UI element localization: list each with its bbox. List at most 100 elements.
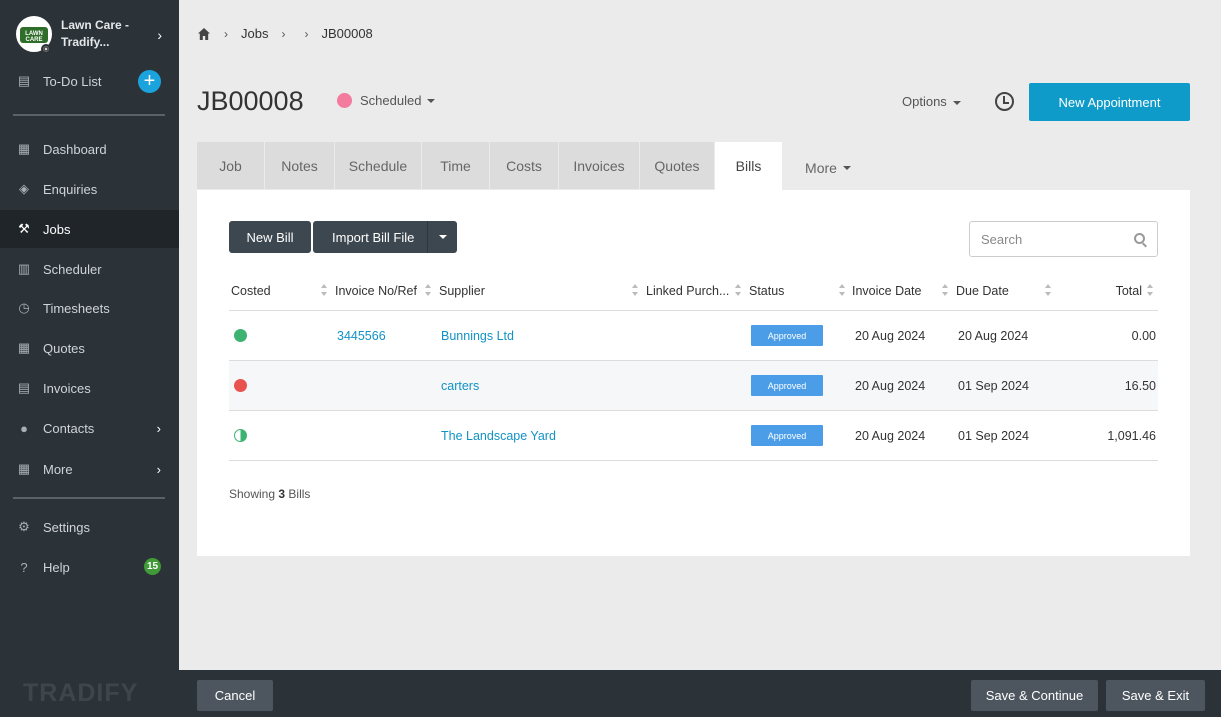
sort-icon[interactable] <box>942 284 948 296</box>
import-options-toggle[interactable] <box>427 221 457 253</box>
tradify-logo: TRADIFY <box>23 679 139 707</box>
caret-down-icon <box>952 100 961 105</box>
tags-icon: ◈ <box>19 181 29 196</box>
sidebar-item-dashboard[interactable]: ▦ Dashboard <box>0 130 179 168</box>
sidebar-item-timesheets[interactable]: ◷ Timesheets <box>0 289 179 327</box>
column-header-invoice-date[interactable]: Invoice Date <box>852 271 921 311</box>
status-dot-icon <box>337 93 352 108</box>
tab-more[interactable]: More <box>783 142 873 189</box>
home-icon[interactable] <box>197 27 211 41</box>
chevron-right-icon: › <box>156 420 161 436</box>
tab-costs[interactable]: Costs <box>490 142 558 189</box>
column-header-status[interactable]: Status <box>749 271 784 311</box>
chevron-right-icon: › <box>304 26 309 41</box>
column-header-costed[interactable]: Costed <box>231 271 271 311</box>
add-todo-button[interactable]: + <box>138 70 161 93</box>
job-tabs: Job Notes Schedule Time Costs Invoices Q… <box>197 142 874 190</box>
tab-bills[interactable]: Bills <box>715 142 782 190</box>
sort-icon[interactable] <box>1147 284 1153 296</box>
job-status-dropdown[interactable]: Scheduled <box>337 93 436 108</box>
company-name: Lawn Care - Tradify... <box>61 18 130 49</box>
supplier-link[interactable]: Bunnings Ltd <box>441 311 514 360</box>
calculator-icon: ▦ <box>17 340 31 355</box>
costed-full-icon <box>234 329 247 342</box>
search-icon[interactable] <box>1134 233 1145 244</box>
divider <box>13 114 165 116</box>
search-box <box>969 221 1158 257</box>
status-indicator <box>41 44 51 54</box>
caret-down-icon <box>842 165 851 170</box>
invoice-date: 20 Aug 2024 <box>855 378 926 393</box>
save-exit-button[interactable]: Save & Exit <box>1106 680 1205 711</box>
total: 1,091.46 <box>1107 428 1156 443</box>
bills-table: Costed Invoice No/Ref Supplier Linked Pu… <box>229 271 1158 461</box>
table-header: Costed Invoice No/Ref Supplier Linked Pu… <box>229 271 1158 311</box>
due-date: 01 Sep 2024 <box>958 428 1029 443</box>
tab-job[interactable]: Job <box>197 142 264 189</box>
chevron-right-icon: › <box>224 26 228 41</box>
sidebar-item-more[interactable]: ▦ More › <box>0 450 179 488</box>
column-header-due-date[interactable]: Due Date <box>956 271 1009 311</box>
status-badge: Approved <box>751 425 823 446</box>
cancel-button[interactable]: Cancel <box>197 680 273 711</box>
import-bill-button[interactable]: Import Bill File <box>313 221 457 253</box>
column-header-linked-purchase[interactable]: Linked Purch... <box>646 271 729 311</box>
sidebar-item-invoices[interactable]: ▤ Invoices <box>0 369 179 407</box>
column-header-supplier[interactable]: Supplier <box>439 271 485 311</box>
sidebar-item-settings[interactable]: ⚙ Settings <box>0 508 179 546</box>
hammer-icon: ⚒ <box>18 221 30 236</box>
caret-down-icon <box>438 235 447 239</box>
users-icon: ● <box>20 420 28 436</box>
sort-icon[interactable] <box>1045 284 1051 296</box>
table-row[interactable]: 3445566 Bunnings Ltd Approved 20 Aug 202… <box>229 311 1158 361</box>
tab-schedule[interactable]: Schedule <box>335 142 421 189</box>
breadcrumb: › Jobs › › JB00008 <box>197 26 373 41</box>
invoice-ref-link[interactable]: 3445566 <box>337 311 386 360</box>
sidebar-item-scheduler[interactable]: ▥ Scheduler <box>0 250 179 288</box>
divider <box>13 497 165 499</box>
caret-down-icon <box>427 98 436 103</box>
table-row[interactable]: The Landscape Yard Approved 20 Aug 2024 … <box>229 411 1158 461</box>
costed-none-icon <box>234 379 247 392</box>
column-header-total[interactable]: Total <box>1116 271 1142 311</box>
supplier-link[interactable]: carters <box>441 361 479 410</box>
sidebar-item-quotes[interactable]: ▦ Quotes <box>0 329 179 367</box>
clock-icon: ◷ <box>18 300 30 315</box>
account-switcher[interactable]: LAWN CARE Lawn Care - Tradify... › <box>16 16 166 52</box>
status-badge: Approved <box>751 325 823 346</box>
new-bill-button[interactable]: New Bill <box>229 221 311 253</box>
status-badge: Approved <box>751 375 823 396</box>
column-header-invoice-ref[interactable]: Invoice No/Ref <box>335 271 417 311</box>
sort-icon[interactable] <box>425 284 431 296</box>
sidebar-item-enquiries[interactable]: ◈ Enquiries <box>0 170 179 208</box>
help-icon: ? <box>20 559 28 575</box>
invoice-date: 20 Aug 2024 <box>855 428 926 443</box>
total: 16.50 <box>1124 378 1156 393</box>
tab-invoices[interactable]: Invoices <box>559 142 639 189</box>
sort-icon[interactable] <box>735 284 741 296</box>
sort-icon[interactable] <box>839 284 845 296</box>
document-icon: ▤ <box>17 380 31 395</box>
invoice-date: 20 Aug 2024 <box>855 328 926 343</box>
due-date: 01 Sep 2024 <box>958 378 1029 393</box>
sidebar-item-contacts[interactable]: ● Contacts › <box>0 409 179 447</box>
history-icon[interactable] <box>995 92 1014 111</box>
dashboard-icon: ▦ <box>17 141 31 156</box>
sidebar-item-jobs[interactable]: ⚒ Jobs <box>0 210 179 248</box>
results-count: Showing 3 Bills <box>229 487 311 501</box>
breadcrumb-jobs[interactable]: Jobs <box>241 26 268 41</box>
tab-quotes[interactable]: Quotes <box>640 142 714 189</box>
search-input[interactable] <box>981 231 1131 247</box>
save-continue-button[interactable]: Save & Continue <box>971 680 1098 711</box>
costed-partial-icon <box>234 429 247 442</box>
gear-icon: ⚙ <box>18 519 30 534</box>
tab-notes[interactable]: Notes <box>265 142 334 189</box>
sort-icon[interactable] <box>321 284 327 296</box>
calendar-icon: ▥ <box>17 261 31 276</box>
new-appointment-button[interactable]: New Appointment <box>1029 83 1190 121</box>
supplier-link[interactable]: The Landscape Yard <box>441 411 556 460</box>
table-row[interactable]: carters Approved 20 Aug 2024 01 Sep 2024… <box>229 361 1158 411</box>
sort-icon[interactable] <box>632 284 638 296</box>
options-dropdown[interactable]: Options <box>902 94 961 109</box>
tab-time[interactable]: Time <box>422 142 489 189</box>
